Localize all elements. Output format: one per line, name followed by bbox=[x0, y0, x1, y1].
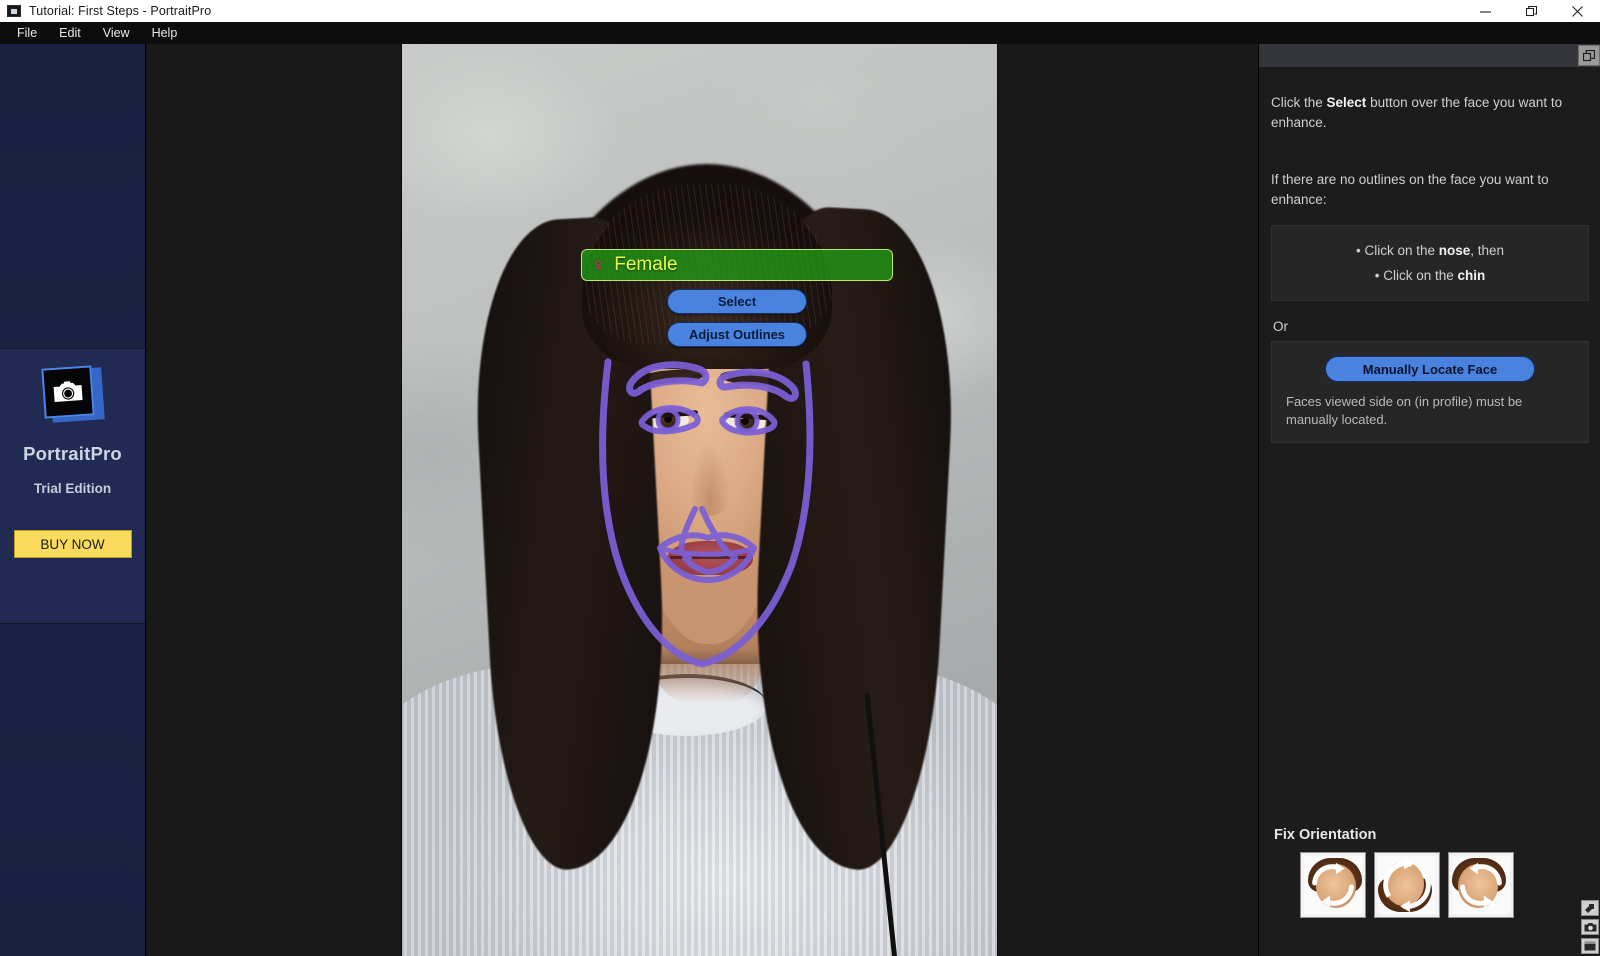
instruction-line-1: Click the Select button over the face yo… bbox=[1271, 93, 1589, 132]
corner-icon-group bbox=[1581, 900, 1599, 954]
nose-base-outline bbox=[682, 554, 738, 575]
face-controls-overlay: ♀ Female Select Adjust Outlines bbox=[581, 249, 893, 347]
camera-glyph bbox=[53, 381, 83, 402]
panel-header bbox=[1259, 44, 1600, 67]
menu-item-view[interactable]: View bbox=[92, 24, 141, 42]
camera-icon bbox=[40, 365, 105, 427]
right-iris-outline bbox=[734, 408, 760, 434]
female-symbol-icon: ♀ bbox=[591, 254, 606, 276]
window-controls bbox=[1462, 0, 1600, 22]
photo-content bbox=[402, 44, 997, 956]
bullet-nose-bold: nose bbox=[1438, 243, 1471, 259]
left-eyebrow-outline bbox=[626, 361, 710, 397]
undock-icon[interactable] bbox=[1578, 45, 1600, 66]
restore-icon[interactable] bbox=[1508, 0, 1554, 22]
camera-snapshot-icon[interactable] bbox=[1581, 919, 1599, 935]
instruction-1-bold: Select bbox=[1326, 95, 1367, 110]
image-canvas-area[interactable]: ♀ Female Select Adjust Outlines bbox=[147, 44, 1258, 956]
fix-orientation-section: Fix Orientation bbox=[1271, 827, 1589, 918]
bullet-nose-post: , then bbox=[1470, 243, 1505, 259]
close-icon[interactable] bbox=[1554, 0, 1600, 22]
adjust-outlines-button[interactable]: Adjust Outlines bbox=[667, 322, 807, 347]
pin-icon[interactable] bbox=[1581, 900, 1599, 916]
brand-name: PortraitPro bbox=[23, 443, 122, 464]
left-iris-outline bbox=[655, 407, 681, 433]
minimize-icon[interactable] bbox=[1462, 0, 1508, 22]
fix-orientation-title: Fix Orientation bbox=[1274, 827, 1377, 843]
menu-item-help[interactable]: Help bbox=[141, 24, 189, 42]
orientation-thumbnails bbox=[1300, 852, 1589, 918]
manually-locate-face-button[interactable]: Manually Locate Face bbox=[1325, 356, 1535, 383]
click-steps-panel: • Click on the nose, then • Click on the… bbox=[1271, 225, 1589, 302]
rotate-180-thumbnail[interactable] bbox=[1374, 852, 1440, 918]
portraitpro-application-window: Tutorial: First Steps - PortraitPro File bbox=[0, 0, 1600, 956]
menu-item-edit[interactable]: Edit bbox=[48, 24, 92, 42]
title-bar: Tutorial: First Steps - PortraitPro bbox=[0, 0, 1600, 22]
instruction-1-pre: Click the bbox=[1271, 95, 1327, 110]
rotate-left-thumbnail[interactable] bbox=[1300, 852, 1366, 918]
app-window-icon bbox=[7, 5, 21, 17]
rotate-180-arrows-icon bbox=[1383, 857, 1431, 913]
menu-item-file[interactable]: File bbox=[6, 24, 48, 42]
bullet-nose-pre: • Click on the bbox=[1355, 243, 1439, 259]
manual-locate-panel: Manually Locate Face Faces viewed side o… bbox=[1271, 341, 1589, 443]
bullet-nose: • Click on the nose, then bbox=[1286, 238, 1574, 263]
gender-label: Female bbox=[614, 254, 678, 275]
right-panel: Click the Select button over the face yo… bbox=[1258, 44, 1600, 956]
panel-icon[interactable] bbox=[1581, 938, 1599, 954]
rotate-right-thumbnail[interactable] bbox=[1448, 852, 1514, 918]
portrait-photo[interactable]: ♀ Female Select Adjust Outlines bbox=[402, 44, 997, 956]
gender-toggle[interactable]: ♀ Female bbox=[581, 249, 893, 281]
bullet-chin-pre: • Click on the bbox=[1374, 268, 1458, 284]
brand-panel: PortraitPro Trial Edition BUY NOW bbox=[0, 350, 145, 624]
rotate-right-arrows-icon bbox=[1460, 862, 1502, 908]
instruction-line-2: If there are no outlines on the face you… bbox=[1271, 172, 1549, 207]
right-eyebrow-outline bbox=[716, 368, 799, 402]
bullet-chin-bold: chin bbox=[1457, 268, 1486, 284]
panel-body: Click the Select button over the face yo… bbox=[1259, 67, 1600, 956]
rotate-left-arrows-icon bbox=[1312, 862, 1354, 908]
menu-bar: File Edit View Help bbox=[0, 22, 1600, 44]
brand-edition: Trial Edition bbox=[33, 481, 112, 496]
select-button[interactable]: Select bbox=[667, 289, 807, 314]
buy-now-button[interactable]: BUY NOW bbox=[13, 530, 132, 558]
bullet-chin: • Click on the chin bbox=[1286, 263, 1574, 288]
face-detection-outlines[interactable] bbox=[402, 44, 997, 956]
profile-note: Faces viewed side on (in profile) must b… bbox=[1286, 394, 1523, 428]
left-sidebar: PortraitPro Trial Edition BUY NOW bbox=[0, 44, 146, 956]
mouth-line-outline bbox=[661, 546, 754, 557]
window-title: Tutorial: First Steps - PortraitPro bbox=[29, 4, 212, 18]
or-label: Or bbox=[1273, 319, 1288, 335]
